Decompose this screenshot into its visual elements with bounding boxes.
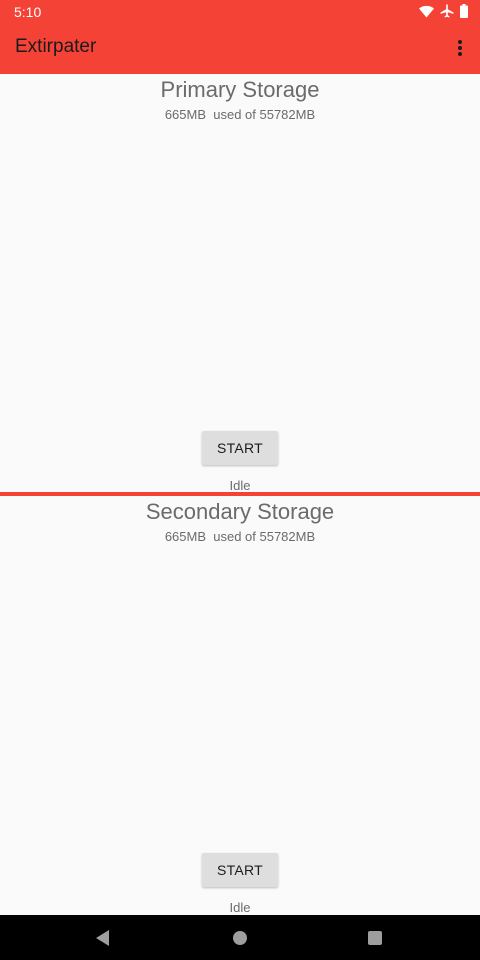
app-bar: 5:10 Extirpater bbox=[0, 0, 480, 74]
section-divider bbox=[0, 492, 480, 496]
overflow-menu-icon[interactable] bbox=[450, 37, 470, 59]
primary-status: Idle bbox=[229, 478, 251, 493]
app-title: Extirpater bbox=[15, 36, 97, 57]
home-icon[interactable] bbox=[233, 931, 247, 945]
back-icon[interactable] bbox=[96, 930, 109, 946]
recents-icon[interactable] bbox=[368, 931, 382, 945]
status-time: 5:10 bbox=[14, 4, 42, 20]
airplane-mode-icon bbox=[440, 4, 454, 18]
screen: 5:10 Extirpater Primary Storage 665MB us… bbox=[0, 0, 480, 960]
primary-storage-title: Primary Storage bbox=[160, 77, 320, 102]
status-bar: 5:10 bbox=[0, 0, 480, 24]
status-icons bbox=[419, 4, 468, 18]
wifi-icon bbox=[419, 5, 434, 17]
secondary-storage-title: Secondary Storage bbox=[145, 499, 335, 524]
secondary-start-button[interactable]: START bbox=[202, 853, 278, 887]
primary-storage-usage: 665MB used of 55782MB bbox=[164, 107, 316, 122]
primary-start-button[interactable]: START bbox=[202, 431, 278, 465]
secondary-status: Idle bbox=[229, 900, 251, 915]
navigation-bar bbox=[0, 915, 480, 960]
secondary-storage-usage: 665MB used of 55782MB bbox=[164, 529, 316, 544]
battery-icon bbox=[460, 4, 468, 18]
